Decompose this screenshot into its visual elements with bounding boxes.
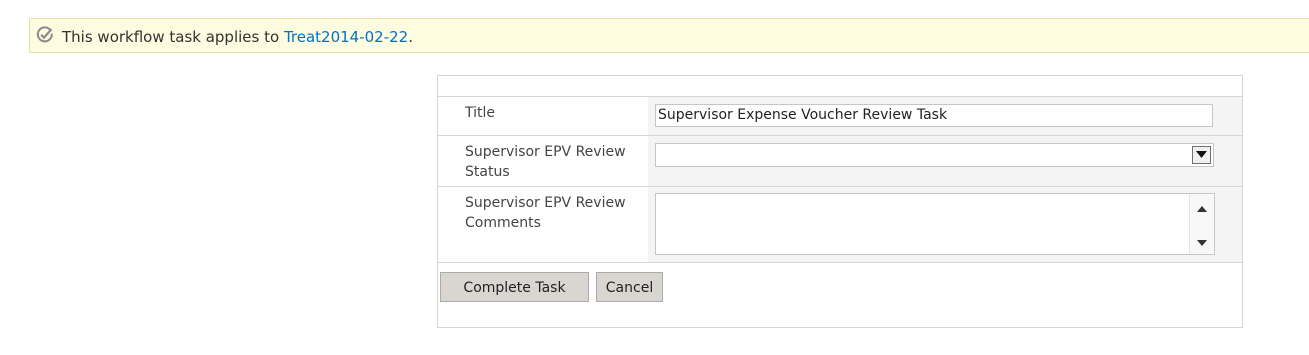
scroll-down-arrow-icon[interactable] <box>1197 240 1207 246</box>
form-row-title: Title Supervisor Expense Voucher Review … <box>438 96 1242 136</box>
title-label: Title <box>465 105 496 121</box>
banner-text-suffix: . <box>408 28 413 46</box>
banner-text: This workflow task applies to Treat2014-… <box>62 28 413 46</box>
scroll-up-arrow-icon[interactable] <box>1197 206 1207 212</box>
review-comments-label: Supervisor EPV Review Comments <box>465 195 626 231</box>
review-status-value-cell <box>648 136 1242 187</box>
title-value-cell: Supervisor Expense Voucher Review Task <box>648 97 1242 136</box>
form-row-review-comments: Supervisor EPV Review Comments <box>438 186 1242 263</box>
workflow-info-banner: This workflow task applies to Treat2014-… <box>29 18 1309 53</box>
review-comments-textarea[interactable] <box>655 193 1215 255</box>
form-row-review-status: Supervisor EPV Review Status <box>438 135 1242 187</box>
textarea-scrollbar[interactable] <box>1189 194 1214 254</box>
check-circle-icon <box>35 25 55 45</box>
cancel-button[interactable]: Cancel <box>596 272 663 302</box>
review-status-label: Supervisor EPV Review Status <box>465 144 626 180</box>
review-comments-value-cell <box>648 187 1242 262</box>
task-form: Title Supervisor Expense Voucher Review … <box>437 75 1243 328</box>
dropdown-button[interactable] <box>1192 146 1211 164</box>
banner-text-prefix: This workflow task applies to <box>62 28 284 46</box>
review-status-select[interactable] <box>655 143 1214 167</box>
complete-task-button[interactable]: Complete Task <box>440 272 589 302</box>
item-link[interactable]: Treat2014-02-22 <box>284 28 408 46</box>
title-input[interactable]: Supervisor Expense Voucher Review Task <box>655 104 1213 127</box>
chevron-down-icon <box>1196 151 1207 158</box>
